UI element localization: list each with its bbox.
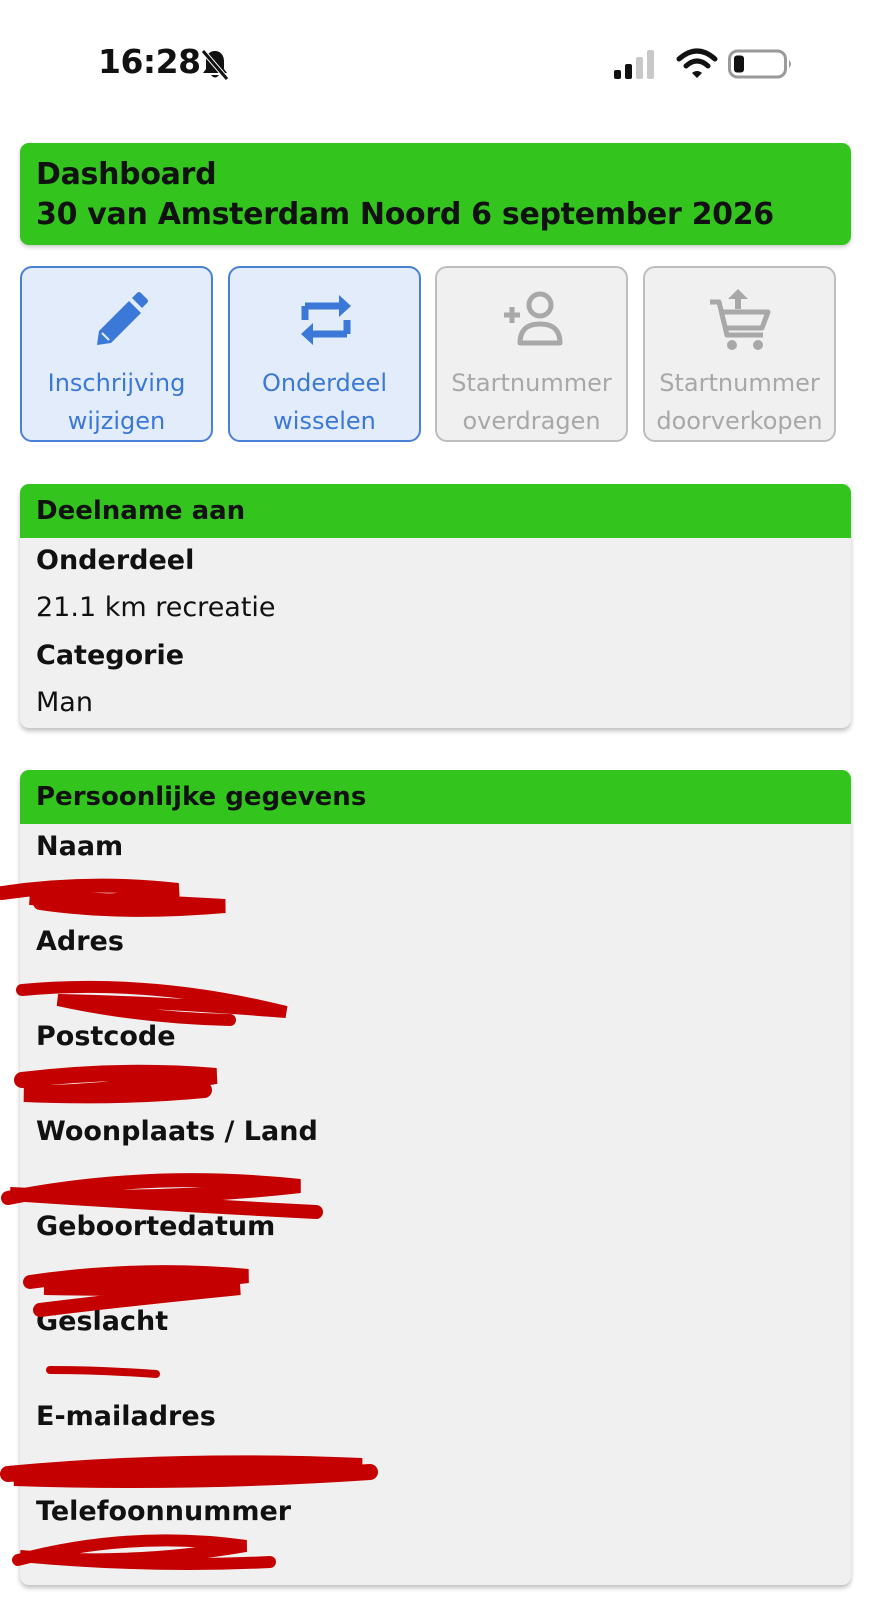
cart-upload-icon	[710, 289, 771, 350]
field-label-telefoon: Telefoonnummer	[36, 1496, 292, 1527]
field-label-geboortedatum: Geboortedatum	[36, 1211, 276, 1242]
battery-icon	[728, 49, 791, 79]
action-label: Startnummer overdragen	[451, 369, 612, 435]
status-bar: 16:28	[0, 0, 870, 130]
field-label-naam: Naam	[36, 831, 124, 862]
action-label: Onderdeel wisselen	[262, 369, 387, 435]
field-label-postcode: Postcode	[36, 1021, 176, 1052]
participation-card: Deelname aan Onderdeel 21.1 km recreatie…	[20, 484, 851, 728]
participation-heading: Deelname aan	[20, 484, 851, 538]
field-label-geslacht: Geslacht	[36, 1306, 169, 1337]
event-title: 30 van Amsterdam Noord 6 september 2026	[36, 197, 774, 232]
field-label-email: E-mailadres	[36, 1401, 216, 1432]
field-label-onderdeel: Onderdeel	[36, 545, 195, 576]
action-label: Startnummer doorverkopen	[656, 369, 823, 435]
field-label-categorie: Categorie	[36, 640, 185, 671]
add-person-icon	[504, 291, 563, 346]
personal-details-card: Persoonlijke gegevens Naam Adres Postcod…	[20, 770, 851, 1585]
edit-registration-button[interactable]: Inschrijving wijzigen	[20, 266, 213, 442]
pencil-icon	[97, 292, 148, 345]
field-label-adres: Adres	[36, 926, 124, 957]
clock: 16:28	[98, 42, 201, 81]
dashboard-header: Dashboard 30 van Amsterdam Noord 6 septe…	[20, 143, 851, 245]
wifi-icon	[676, 48, 718, 78]
action-label: Inschrijving wijzigen	[47, 369, 186, 435]
personal-heading: Persoonlijke gegevens	[20, 770, 851, 824]
field-value-onderdeel: 21.1 km recreatie	[36, 592, 276, 623]
transfer-bib-button[interactable]: Startnummer overdragen	[435, 266, 628, 442]
bell-slash-icon	[201, 49, 229, 81]
field-label-woonplaats: Woonplaats / Land	[36, 1116, 318, 1147]
resell-bib-button[interactable]: Startnummer doorverkopen	[643, 266, 836, 442]
page-title: Dashboard	[36, 157, 217, 192]
switch-event-button[interactable]: Onderdeel wisselen	[228, 266, 421, 442]
field-value-categorie: Man	[36, 687, 93, 718]
swap-icon	[301, 295, 351, 345]
cellular-signal-icon	[614, 50, 654, 79]
